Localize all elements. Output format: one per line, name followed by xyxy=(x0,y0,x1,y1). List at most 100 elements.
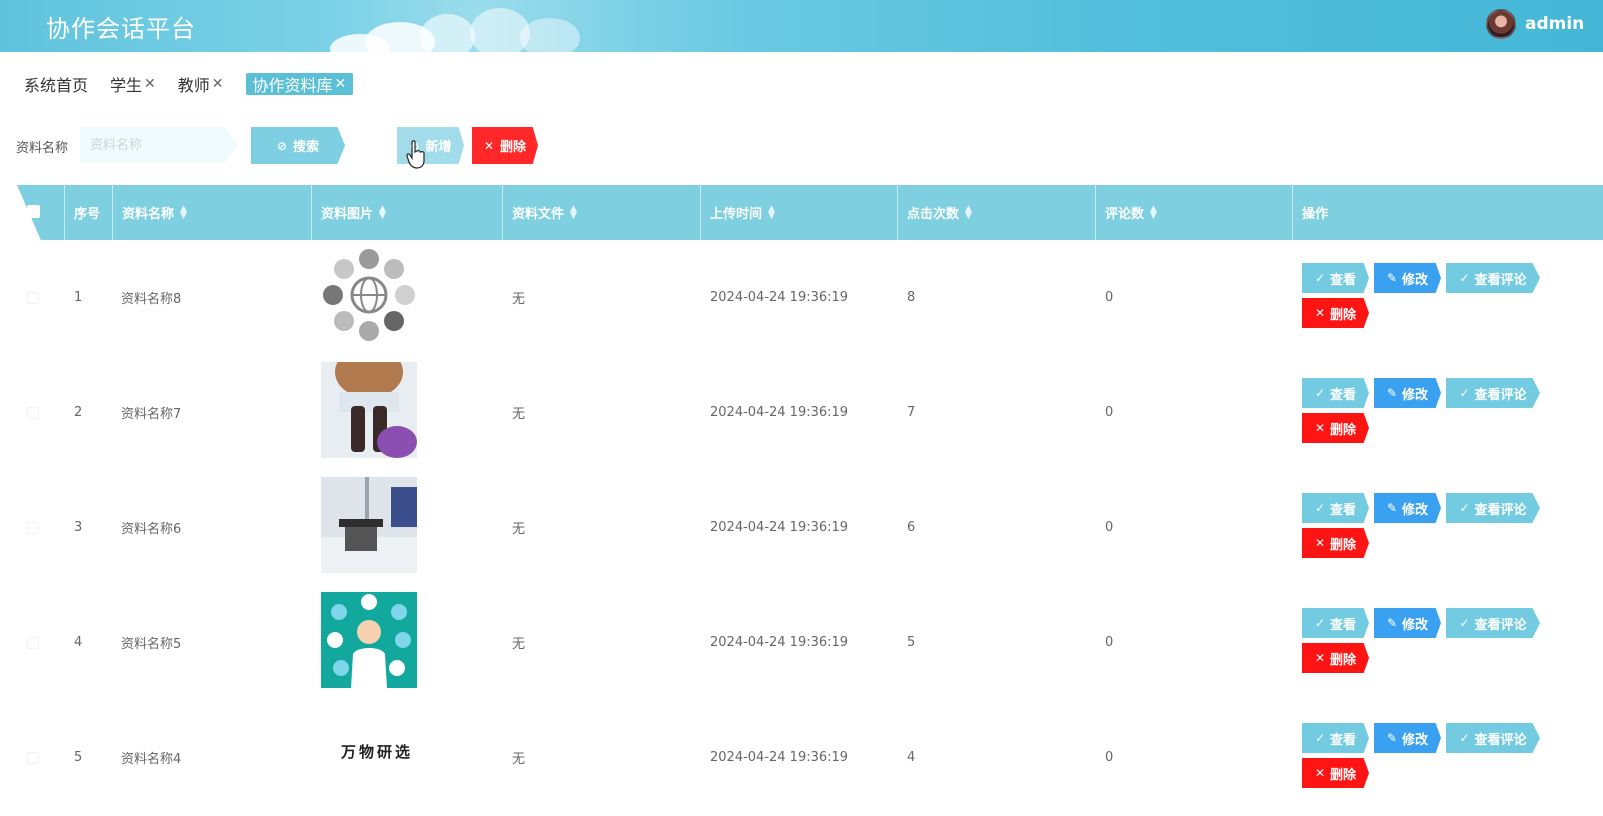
check-icon: ✓ xyxy=(1459,616,1470,630)
close-icon: ✕ xyxy=(1314,536,1326,550)
batch-delete-button[interactable]: ✕ 删除 xyxy=(472,127,538,164)
row-upload-time: 2024-04-24 19:36:19 xyxy=(710,520,849,535)
resource-image-text: 万物研选 xyxy=(341,743,414,761)
column-comments[interactable]: 评论数 ▲ ▼ xyxy=(1095,185,1292,240)
view-button[interactable]: ✓ 查看 xyxy=(1302,378,1369,408)
search-input[interactable] xyxy=(80,127,238,163)
close-icon: ✕ xyxy=(1314,421,1326,435)
row-index: 3 xyxy=(74,520,83,535)
check-icon: ✓ xyxy=(1459,386,1470,400)
app-title: 协作会话平台 xyxy=(46,15,196,43)
view-button[interactable]: ✓ 查看 xyxy=(1302,608,1369,638)
close-icon[interactable]: ✕ xyxy=(212,76,224,92)
delete-button[interactable]: ✕ 删除 xyxy=(1302,528,1369,558)
search-button[interactable]: ⊘ 搜索 xyxy=(251,127,345,164)
resource-image xyxy=(321,477,417,573)
row-file: 无 xyxy=(512,522,526,537)
column-image[interactable]: 资料图片 ▲ ▼ xyxy=(311,185,502,240)
column-name[interactable]: 资料名称 ▲ ▼ xyxy=(112,185,311,240)
row-file: 无 xyxy=(512,752,526,767)
tab-student[interactable]: 学生 ✕ xyxy=(110,73,156,95)
view-comments-button[interactable]: ✓ 查看评论 xyxy=(1446,493,1540,523)
edit-icon: ✎ xyxy=(1386,271,1398,285)
edit-button[interactable]: ✎ 修改 xyxy=(1374,378,1441,408)
search-label: 资料名称 xyxy=(16,141,69,156)
view-button[interactable]: ✓ 查看 xyxy=(1302,493,1369,523)
view-comments-button[interactable]: ✓ 查看评论 xyxy=(1446,723,1540,753)
row-name: 资料名称5 xyxy=(121,637,182,652)
column-upload-time[interactable]: 上传时间 ▲ ▼ xyxy=(700,185,897,240)
row-upload-time: 2024-04-24 19:36:19 xyxy=(710,635,849,650)
sort-icon[interactable]: ▲ ▼ xyxy=(570,204,577,220)
username[interactable]: admin xyxy=(1525,14,1584,34)
user-avatar[interactable] xyxy=(1486,9,1516,39)
tab-resource-library[interactable]: 协作资料库 ✕ xyxy=(245,73,354,95)
resource-image xyxy=(321,247,417,343)
row-index: 4 xyxy=(74,635,83,650)
table-row: 1 资料名称8 无 2024-04-24 19:36:19 8 0 ✓ 查看 ✎ 修… xyxy=(17,240,1603,355)
sort-icon[interactable]: ▲ ▼ xyxy=(180,204,187,220)
column-clicks[interactable]: 点击次数 ▲ ▼ xyxy=(897,185,1095,240)
close-icon: ✕ xyxy=(1314,651,1326,665)
tab-bar: 系统首页 学生 ✕ 教师 ✕ 协作资料库 ✕ xyxy=(24,72,375,96)
edit-button[interactable]: ✎ 修改 xyxy=(1374,723,1441,753)
column-file[interactable]: 资料文件 ▲ ▼ xyxy=(502,185,700,240)
table-row: 4 资料名称5 无 2024-04-24 19:36:19 5 0 ✓ 查看 ✎ 修… xyxy=(17,585,1603,700)
sort-icon[interactable]: ▲ ▼ xyxy=(379,204,386,220)
check-icon: ✓ xyxy=(1314,271,1326,285)
row-clicks: 7 xyxy=(907,405,916,420)
row-comments: 0 xyxy=(1105,520,1114,535)
check-icon: ✓ xyxy=(1459,501,1470,515)
delete-button[interactable]: ✕ 删除 xyxy=(1302,413,1369,443)
row-checkbox[interactable] xyxy=(27,292,39,304)
row-checkbox[interactable] xyxy=(27,752,39,764)
table-row: 3 资料名称6 无 2024-04-24 19:36:19 6 0 ✓ 查看 ✎ 修… xyxy=(17,470,1603,585)
row-upload-time: 2024-04-24 19:36:19 xyxy=(710,405,849,420)
edit-button[interactable]: ✎ 修改 xyxy=(1374,493,1441,523)
row-checkbox[interactable] xyxy=(27,522,39,534)
edit-icon: ✎ xyxy=(1386,731,1398,745)
column-actions: 操作 xyxy=(1292,185,1603,240)
delete-button[interactable]: ✕ 删除 xyxy=(1302,643,1369,673)
row-clicks: 6 xyxy=(907,520,916,535)
edit-button[interactable]: ✎ 修改 xyxy=(1374,263,1441,293)
delete-button[interactable]: ✕ 删除 xyxy=(1302,758,1369,788)
row-comments: 0 xyxy=(1105,405,1114,420)
row-name: 资料名称8 xyxy=(121,292,182,307)
check-icon: ✓ xyxy=(1314,616,1326,630)
row-checkbox[interactable] xyxy=(27,637,39,649)
edit-icon: ✎ xyxy=(1386,501,1398,515)
row-index: 5 xyxy=(74,750,83,765)
delete-button[interactable]: ✕ 删除 xyxy=(1302,298,1369,328)
table-row: 5 资料名称4 万物研选 无 2024-04-24 19:36:19 4 0 ✓… xyxy=(17,700,1603,815)
app-header: 协作会话平台 admin xyxy=(0,0,1603,52)
view-comments-button[interactable]: ✓ 查看评论 xyxy=(1446,263,1540,293)
close-icon[interactable]: ✕ xyxy=(144,76,156,92)
edit-button[interactable]: ✎ 修改 xyxy=(1374,608,1441,638)
column-index: 序号 xyxy=(64,185,112,240)
select-all-checkbox[interactable] xyxy=(27,205,40,218)
view-comments-button[interactable]: ✓ 查看评论 xyxy=(1446,378,1540,408)
row-file: 无 xyxy=(512,292,526,307)
table-row: 2 资料名称7 无 2024-04-24 19:36:19 7 0 ✓ 查看 ✎ 修… xyxy=(17,355,1603,470)
resource-image xyxy=(321,362,417,458)
row-name: 资料名称6 xyxy=(121,522,182,537)
tab-home[interactable]: 系统首页 xyxy=(24,73,88,95)
sort-icon[interactable]: ▲ ▼ xyxy=(965,204,972,220)
cloud-decoration xyxy=(420,14,475,52)
close-icon[interactable]: ✕ xyxy=(335,76,347,92)
row-file: 无 xyxy=(512,407,526,422)
sort-icon[interactable]: ▲ ▼ xyxy=(768,204,775,220)
check-icon: ✓ xyxy=(1314,386,1326,400)
tab-teacher[interactable]: 教师 ✕ xyxy=(178,73,224,95)
view-comments-button[interactable]: ✓ 查看评论 xyxy=(1446,608,1540,638)
view-button[interactable]: ✓ 查看 xyxy=(1302,263,1369,293)
edit-icon: ✎ xyxy=(1386,386,1398,400)
view-button[interactable]: ✓ 查看 xyxy=(1302,723,1369,753)
sort-icon[interactable]: ▲ ▼ xyxy=(1150,204,1157,220)
close-icon: ✕ xyxy=(1314,766,1326,780)
row-clicks: 8 xyxy=(907,290,916,305)
row-checkbox[interactable] xyxy=(27,407,39,419)
search-icon: ⊘ xyxy=(276,138,288,153)
resource-image xyxy=(321,592,417,688)
